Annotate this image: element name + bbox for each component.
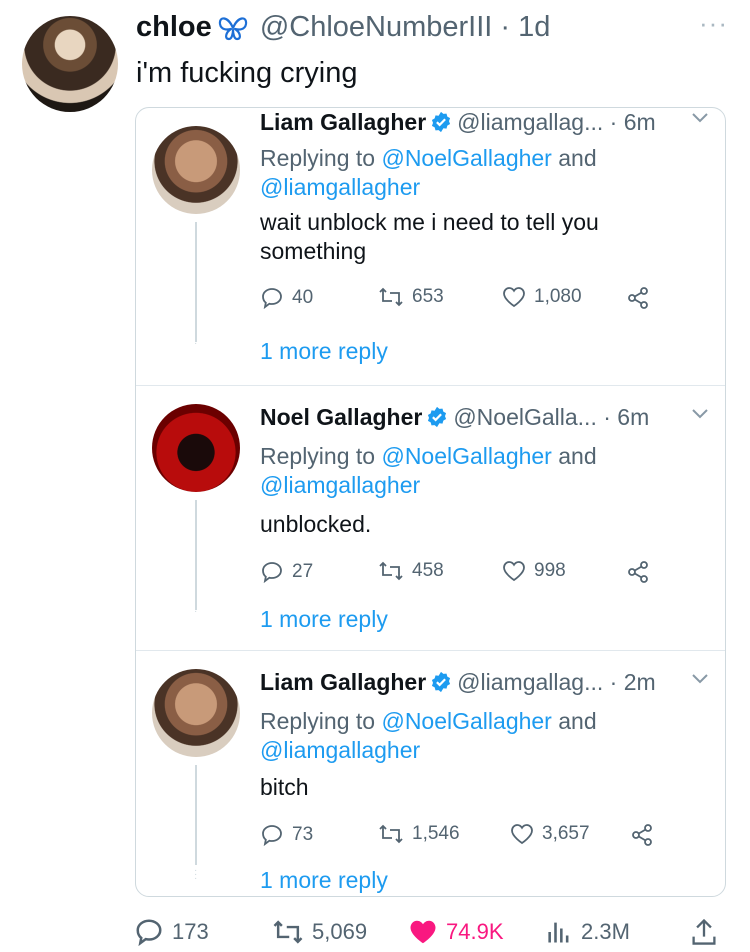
- retweet-count: 5,069: [312, 919, 368, 944]
- reply-item: · · · Liam Gallagher @liamgallag... · 2m Re…: [136, 650, 725, 896]
- reply-icon: [136, 919, 162, 947]
- share-button[interactable]: [626, 286, 650, 310]
- reply-icon: [262, 562, 282, 584]
- verified-badge-icon: [426, 406, 448, 428]
- retweet-button[interactable]: 653: [378, 286, 444, 308]
- tweet-text: i'm fucking crying: [136, 57, 358, 89]
- views-button[interactable]: 2.3M: [545, 912, 630, 952]
- share-icon: [628, 561, 648, 583]
- like-button[interactable]: 1,080: [502, 286, 582, 308]
- thread-line: [195, 765, 197, 865]
- thread-dots: · · ·: [194, 330, 198, 349]
- replying-to: Replying to @NoelGallagher and @liamgalla…: [260, 145, 597, 200]
- reply-button[interactable]: 173: [134, 912, 209, 952]
- heart-icon: [511, 824, 533, 845]
- reply-count: 173: [172, 919, 209, 944]
- reply-time[interactable]: · 6m: [610, 109, 656, 135]
- mention-link[interactable]: @NoelGallagher: [381, 708, 551, 734]
- reply-time[interactable]: · 2m: [610, 669, 656, 695]
- reply-author-name[interactable]: Liam Gallagher: [260, 669, 426, 695]
- reply-avatar[interactable]: [152, 669, 240, 757]
- more-reply-link[interactable]: 1 more reply: [260, 606, 388, 633]
- reply-time[interactable]: · 6m: [603, 404, 649, 430]
- thread-line: [195, 222, 197, 342]
- more-options-icon[interactable]: ···: [699, 8, 728, 39]
- upload-icon: [692, 918, 716, 945]
- reply-header: Noel Gallagher @NoelGalla... · 6m: [260, 403, 649, 431]
- reply-icon: [262, 288, 282, 310]
- heart-icon: [503, 287, 525, 308]
- embedded-screenshot[interactable]: · · · Liam Gallagher @liamgallag... · 6m Re…: [135, 107, 726, 897]
- reply-icon: [262, 825, 282, 847]
- reply-body: wait unblock me i need to tell you somet…: [260, 209, 599, 264]
- retweet-icon: [379, 824, 403, 844]
- chevron-down-icon[interactable]: [691, 408, 709, 420]
- tweet-header: chloe @ChloeNumberIII · 1d: [136, 10, 550, 44]
- reply-body: bitch: [260, 774, 309, 800]
- reply-button[interactable]: 40: [260, 286, 313, 310]
- reply-body: unblocked.: [260, 511, 372, 537]
- retweet-button[interactable]: 1,546: [378, 823, 460, 845]
- share-icon: [628, 287, 648, 309]
- like-button[interactable]: 74.9K: [408, 912, 504, 952]
- replying-to: Replying to @NoelGallagher and @liamgalla…: [260, 443, 597, 498]
- upload-button[interactable]: [690, 912, 718, 952]
- mention-link[interactable]: @liamgallagher: [260, 737, 420, 763]
- like-button[interactable]: 3,657: [510, 823, 590, 845]
- heart-icon: [410, 920, 436, 944]
- reply-author-name[interactable]: Noel Gallagher: [260, 404, 422, 430]
- share-icon: [632, 824, 652, 846]
- thread-line: [195, 500, 197, 610]
- thread-dots: · · ·: [194, 865, 198, 884]
- share-button[interactable]: [626, 560, 650, 584]
- author-handle[interactable]: @ChloeNumberIII: [260, 11, 493, 43]
- retweet-button[interactable]: 5,069: [272, 912, 367, 952]
- like-count: 74.9K: [446, 919, 504, 944]
- more-reply-link[interactable]: 1 more reply: [260, 338, 388, 365]
- author-name[interactable]: chloe: [136, 11, 212, 43]
- heart-icon: [503, 561, 525, 582]
- reply-button[interactable]: 27: [260, 560, 313, 584]
- reply-author-handle[interactable]: @liamgallag...: [457, 109, 603, 135]
- verified-badge-icon: [430, 671, 452, 693]
- reply-author-handle[interactable]: @NoelGalla...: [453, 404, 597, 430]
- reply-header: Liam Gallagher @liamgallag... · 6m: [260, 108, 656, 136]
- mention-link[interactable]: @liamgallagher: [260, 174, 420, 200]
- reply-item: · · · Noel Gallagher @NoelGalla... · 6m Rep…: [136, 385, 725, 650]
- chevron-down-icon[interactable]: [691, 112, 709, 124]
- reply-author-name[interactable]: Liam Gallagher: [260, 109, 426, 135]
- chevron-down-icon[interactable]: [691, 673, 709, 685]
- like-button[interactable]: 998: [502, 560, 566, 582]
- verified-badge-icon: [430, 111, 452, 133]
- reply-avatar[interactable]: [152, 404, 240, 492]
- reply-avatar[interactable]: [152, 126, 240, 214]
- replying-to: Replying to @NoelGallagher and @liamgalla…: [260, 708, 597, 763]
- mention-link[interactable]: @NoelGallagher: [381, 145, 551, 171]
- retweet-icon: [379, 561, 403, 581]
- reply-header: Liam Gallagher @liamgallag... · 2m: [260, 668, 656, 696]
- author-avatar[interactable]: [22, 16, 118, 112]
- views-count: 2.3M: [581, 919, 630, 944]
- butterfly-icon: [218, 14, 248, 42]
- mention-link[interactable]: @liamgallagher: [260, 472, 420, 498]
- reply-author-handle[interactable]: @liamgallag...: [457, 669, 603, 695]
- retweet-button[interactable]: 458: [378, 560, 444, 582]
- thread-dots: · · ·: [194, 598, 198, 617]
- share-button[interactable]: [630, 823, 654, 847]
- more-reply-link[interactable]: 1 more reply: [260, 867, 388, 894]
- retweet-icon: [273, 920, 303, 944]
- retweet-icon: [379, 287, 403, 307]
- views-icon: [548, 922, 569, 943]
- tweet-time[interactable]: · 1d: [500, 11, 550, 43]
- reply-button[interactable]: 73: [260, 823, 313, 847]
- engagement-bar: 173 5,069 74.9K 2.3M: [0, 912, 750, 952]
- mention-link[interactable]: @NoelGallagher: [381, 443, 551, 469]
- reply-item: · · · Liam Gallagher @liamgallag... · 6m Re…: [136, 108, 725, 385]
